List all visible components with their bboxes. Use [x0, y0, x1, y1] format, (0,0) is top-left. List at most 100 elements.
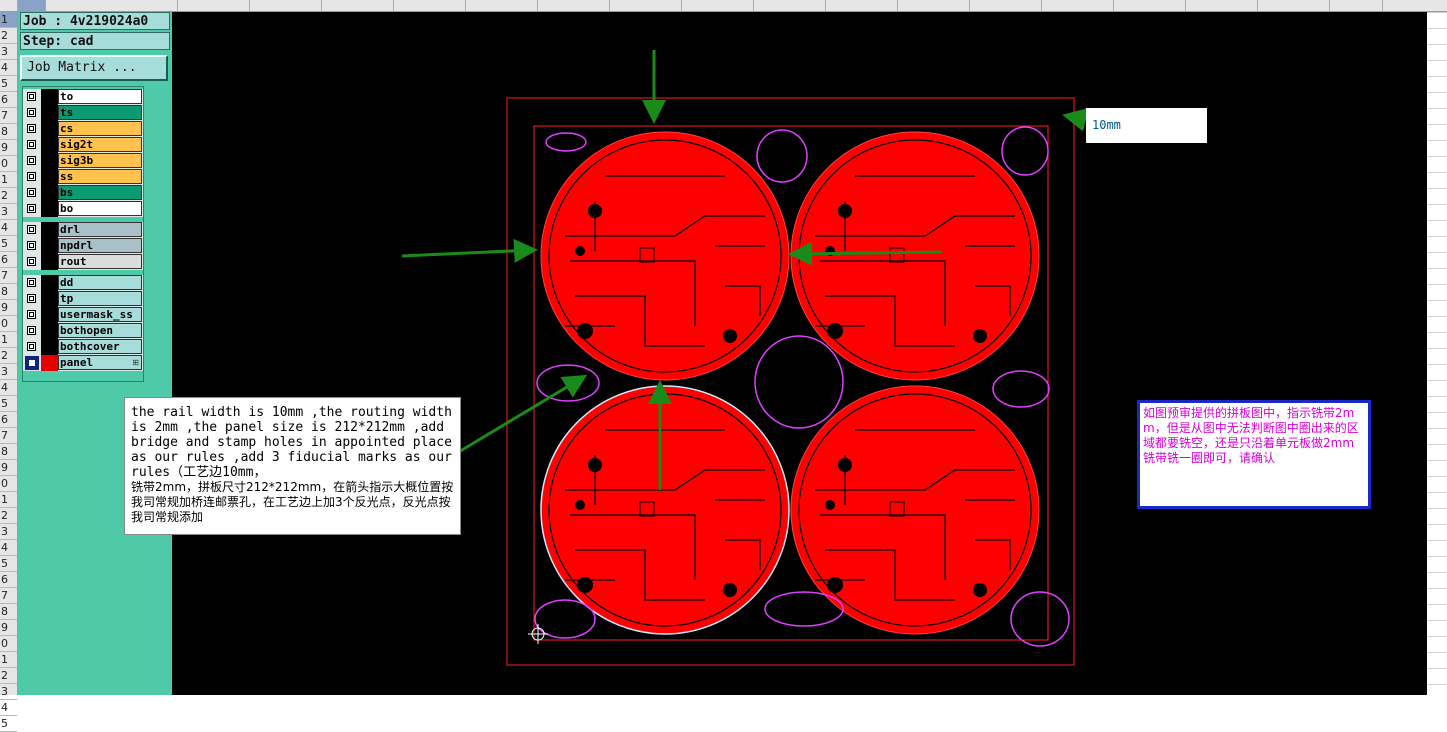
- layer-color-swatch[interactable]: [41, 105, 58, 121]
- row-number[interactable]: 7: [0, 428, 17, 444]
- column-header-cell[interactable]: [322, 0, 394, 11]
- layer-name[interactable]: panel ⊞: [58, 355, 142, 370]
- layer-row-dd[interactable]: dd: [23, 275, 143, 291]
- layer-checkbox[interactable]: [27, 342, 36, 351]
- row-number[interactable]: 6: [0, 252, 17, 268]
- layer-checkbox[interactable]: [27, 92, 36, 101]
- row-number[interactable]: 3: [0, 364, 17, 380]
- graphics-canvas[interactable]: [172, 12, 1427, 695]
- layer-checkbox[interactable]: [27, 204, 36, 213]
- column-header-cell[interactable]: [538, 0, 610, 11]
- row-number[interactable]: 8: [0, 284, 17, 300]
- row-number[interactable]: 9: [0, 140, 17, 156]
- layer-color-swatch[interactable]: [41, 185, 58, 201]
- row-number[interactable]: 0: [0, 156, 17, 172]
- row-number[interactable]: 6: [0, 92, 17, 108]
- column-header-cell[interactable]: [466, 0, 538, 11]
- layer-checkbox[interactable]: [27, 108, 36, 117]
- row-number[interactable]: 4: [0, 220, 17, 236]
- layer-name[interactable]: bs: [58, 185, 142, 200]
- layer-checkbox[interactable]: [27, 156, 36, 165]
- row-number[interactable]: 4: [0, 700, 17, 716]
- row-number[interactable]: 9: [0, 460, 17, 476]
- layer-name[interactable]: bothopen: [58, 323, 142, 338]
- layer-row-bo[interactable]: bo: [23, 201, 143, 217]
- layer-name[interactable]: drl: [58, 222, 142, 237]
- row-number[interactable]: 9: [0, 620, 17, 636]
- layer-row-bothopen[interactable]: bothopen: [23, 323, 143, 339]
- layer-row-bs[interactable]: bs: [23, 185, 143, 201]
- layer-color-swatch[interactable]: [41, 222, 58, 238]
- layer-color-swatch[interactable]: [41, 307, 58, 323]
- layer-name[interactable]: ts: [58, 105, 142, 120]
- layer-checkbox[interactable]: [27, 172, 36, 181]
- layer-name[interactable]: cs: [58, 121, 142, 136]
- row-number[interactable]: 2: [0, 348, 17, 364]
- layer-row-npdrl[interactable]: npdrl: [23, 238, 143, 254]
- row-number[interactable]: 8: [0, 124, 17, 140]
- layer-color-swatch[interactable]: [41, 355, 58, 371]
- layer-checkbox[interactable]: [27, 241, 36, 250]
- row-number[interactable]: 8: [0, 604, 17, 620]
- row-number[interactable]: 5: [0, 556, 17, 572]
- layer-color-swatch[interactable]: [41, 169, 58, 185]
- row-number[interactable]: 2: [0, 188, 17, 204]
- layer-color-swatch[interactable]: [41, 291, 58, 307]
- layer-name[interactable]: sig2t: [58, 137, 142, 152]
- row-number[interactable]: 0: [0, 316, 17, 332]
- layer-checkbox[interactable]: [25, 356, 39, 370]
- column-header-cell[interactable]: [754, 0, 826, 11]
- row-number[interactable]: 7: [0, 588, 17, 604]
- column-header-cell[interactable]: [682, 0, 754, 11]
- column-header-cell[interactable]: [0, 0, 18, 11]
- layer-row-usermask-ss[interactable]: usermask_ss: [23, 307, 143, 323]
- layer-color-swatch[interactable]: [41, 137, 58, 153]
- row-number[interactable]: 1: [0, 12, 17, 28]
- layer-row-sig2t[interactable]: sig2t: [23, 137, 143, 153]
- layer-checkbox[interactable]: [27, 326, 36, 335]
- row-number[interactable]: 2: [0, 508, 17, 524]
- layer-row-bothcover[interactable]: bothcover: [23, 339, 143, 355]
- layer-checkbox[interactable]: [27, 140, 36, 149]
- layer-color-swatch[interactable]: [41, 254, 58, 270]
- layer-row-to[interactable]: to: [23, 89, 143, 105]
- row-number[interactable]: 5: [0, 236, 17, 252]
- row-number[interactable]: 0: [0, 636, 17, 652]
- job-matrix-button[interactable]: Job Matrix ...: [20, 55, 168, 81]
- layer-name[interactable]: rout: [58, 254, 142, 269]
- column-header-cell[interactable]: [18, 0, 46, 11]
- row-number[interactable]: 3: [0, 204, 17, 220]
- layer-row-ts[interactable]: ts: [23, 105, 143, 121]
- row-number[interactable]: 4: [0, 380, 17, 396]
- column-header-cell[interactable]: [1258, 0, 1330, 11]
- layer-row-panel[interactable]: panel ⊞: [23, 355, 143, 371]
- column-header-cell[interactable]: [1186, 0, 1258, 11]
- layer-color-swatch[interactable]: [41, 339, 58, 355]
- row-number[interactable]: 9: [0, 300, 17, 316]
- row-number[interactable]: 5: [0, 716, 17, 732]
- layer-row-tp[interactable]: tp: [23, 291, 143, 307]
- layer-row-drl[interactable]: drl: [23, 222, 143, 238]
- row-number[interactable]: 5: [0, 396, 17, 412]
- layer-checkbox[interactable]: [27, 310, 36, 319]
- layer-name[interactable]: to: [58, 89, 142, 104]
- row-number[interactable]: 6: [0, 572, 17, 588]
- layer-row-sig3b[interactable]: sig3b: [23, 153, 143, 169]
- layer-color-swatch[interactable]: [41, 238, 58, 254]
- layer-color-swatch[interactable]: [41, 201, 58, 217]
- layer-name[interactable]: npdrl: [58, 238, 142, 253]
- layer-checkbox[interactable]: [27, 294, 36, 303]
- layer-checkbox[interactable]: [27, 188, 36, 197]
- layer-color-swatch[interactable]: [41, 153, 58, 169]
- row-number[interactable]: 3: [0, 524, 17, 540]
- column-header-cell[interactable]: [394, 0, 466, 11]
- column-header-cell[interactable]: [250, 0, 322, 11]
- column-header-cell[interactable]: [1042, 0, 1114, 11]
- row-number[interactable]: 3: [0, 44, 17, 60]
- column-header-cell[interactable]: [970, 0, 1042, 11]
- row-number[interactable]: 1: [0, 172, 17, 188]
- layer-name[interactable]: tp: [58, 291, 142, 306]
- row-number[interactable]: 1: [0, 652, 17, 668]
- expand-icon[interactable]: ⊞: [132, 358, 139, 367]
- layer-checkbox[interactable]: [27, 124, 36, 133]
